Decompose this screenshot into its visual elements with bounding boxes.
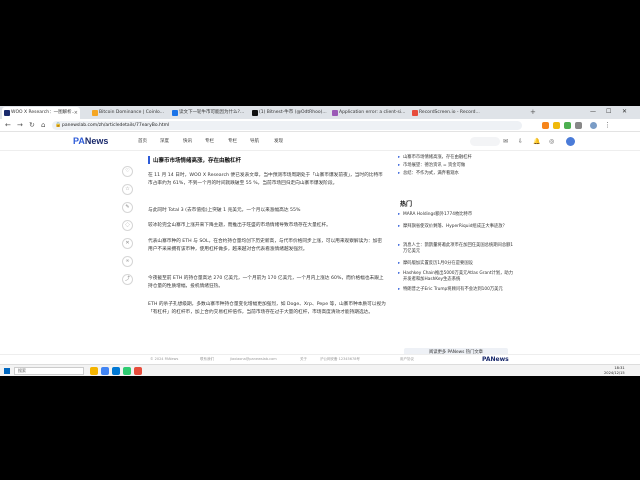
like-icon[interactable]: ♡ xyxy=(122,166,133,177)
share-wechat-icon[interactable]: ◌ xyxy=(122,220,133,231)
footer-logo[interactable]: PANews xyxy=(482,356,509,363)
system-clock[interactable]: 18:31 2024/12/15 xyxy=(604,366,625,376)
menu-icon[interactable]: ⋮ xyxy=(604,119,611,132)
nav-flash[interactable]: 快讯 xyxy=(183,138,192,144)
taskbar: 搜索 18:31 2024/12/15 xyxy=(0,364,640,376)
article-paragraph: 代表山寨币种的 ETH 与 SOL，在合约持仓量均创下历史新高，与代币价格同步上… xyxy=(148,239,383,252)
nav-home[interactable]: 首页 xyxy=(138,138,147,144)
chrome-icon[interactable] xyxy=(101,367,109,375)
nav-discover[interactable]: 发现 xyxy=(274,138,283,144)
address-bar-row: ← → ↻ ⌂ 🔒 panewslab.com/zh/articledetail… xyxy=(0,119,640,132)
tab-label: 读文下一轮牛市可能因为什么?... xyxy=(179,110,245,115)
reload-icon[interactable]: ↻ xyxy=(29,119,35,132)
globe-icon[interactable]: ◎ xyxy=(549,138,554,145)
share-x-icon[interactable]: ✕ xyxy=(122,238,133,249)
hot-item[interactable]: 消息人士：鹊鹊量将邀此项币在加回任美国总统期间总额1万亿美元 xyxy=(398,243,514,255)
extension-icon[interactable] xyxy=(564,122,571,129)
record-favicon-icon xyxy=(412,110,418,116)
nav-column-2[interactable]: 专栏 xyxy=(228,138,237,144)
footer-link[interactable]: 关于 xyxy=(300,357,307,362)
home-icon[interactable]: ⌂ xyxy=(41,119,45,132)
article-paragraph: ETH 的杀子孔想级期，多数山寨币种持仓量变化增幅更加强烈，如 Doge、Xrp… xyxy=(148,302,386,315)
edge-icon[interactable] xyxy=(112,367,120,375)
tab-strip: WOO X Research：一图解析... × Bitcoin Dominan… xyxy=(0,106,640,119)
lock-icon: 🔒 xyxy=(55,122,62,128)
minimize-icon[interactable]: — xyxy=(590,106,596,118)
site-favicon-icon xyxy=(172,110,178,116)
header-search-input[interactable] xyxy=(470,137,500,146)
bell-icon[interactable]: 🔔 xyxy=(533,138,540,145)
tab-application-error[interactable]: Application error: a client-si... xyxy=(330,107,408,119)
x-favicon-icon xyxy=(252,110,258,116)
article-paragraph: 在 11 月 14 日时，WOO X Research 便已发表文章，当中预测市… xyxy=(148,173,383,186)
tab-woo-research[interactable]: WOO X Research：一图解析... × xyxy=(2,107,80,119)
metamask-icon[interactable] xyxy=(542,122,549,129)
close-window-icon[interactable]: ✕ xyxy=(622,106,627,118)
tab-next-bull[interactable]: 读文下一轮牛市可能因为什么?... xyxy=(170,107,248,119)
article-paragraph: 与此同时 Total 3 (去市值指)上突破 1 兆美元，一个月以来涨幅高达 5… xyxy=(148,208,301,213)
back-icon[interactable]: ← xyxy=(5,119,11,132)
tab-bitcoin-dominance[interactable]: Bitcoin Dominance | Coinlo... xyxy=(90,107,168,119)
tab-label: Application error: a client-si... xyxy=(339,110,406,115)
share-icon[interactable]: ⤴ xyxy=(122,274,133,285)
panews-logo[interactable]: PANews xyxy=(73,136,108,146)
hot-item[interactable]: 摩拜旗省使双价剩落、HyperRiquid组成正大事迹放？ xyxy=(398,224,514,230)
tab-label: Bitcoin Dominance | Coinlo... xyxy=(99,110,165,115)
browser-window: WOO X Research：一图解析... × Bitcoin Dominan… xyxy=(0,106,640,376)
comment-icon[interactable]: ✎ xyxy=(122,202,133,213)
wallet-extension-icon[interactable] xyxy=(553,122,560,129)
file-explorer-icon[interactable] xyxy=(90,367,98,375)
download-icon[interactable]: ⇩ xyxy=(518,138,523,145)
bookmark-icon[interactable]: ☆ xyxy=(122,184,133,195)
new-tab-icon[interactable]: + xyxy=(530,107,536,118)
footer-link[interactable]: 联系我们 xyxy=(200,357,214,362)
hot-item[interactable]: Hashkey Chain推出5000万美元Atlas Grant计划，助力开发… xyxy=(398,271,514,283)
wechat-icon[interactable] xyxy=(123,367,131,375)
maximize-icon[interactable]: ☐ xyxy=(606,106,611,118)
toc-item[interactable]: 总结：不作为式，满弃看观水 xyxy=(398,171,514,177)
footer-link[interactable]: 用户协议 xyxy=(400,357,414,362)
nav-column[interactable]: 专栏 xyxy=(205,138,214,144)
close-tab-icon[interactable]: × xyxy=(74,107,78,119)
nav-navigation[interactable]: 导航 xyxy=(250,138,259,144)
tab-bitnest[interactable]: (1) Bitnest-牛市 (@OdtRhoo)... xyxy=(250,107,328,119)
clock-date: 2024/12/15 xyxy=(604,370,625,375)
profile-icon[interactable] xyxy=(590,122,597,129)
hot-item[interactable]: 特朗普之子Eric Trump将顾问有不会达到100万美元 xyxy=(398,287,514,293)
app-icon[interactable] xyxy=(134,367,142,375)
tab-label: (1) Bitnest-牛市 (@OdtRhoo)... xyxy=(259,110,327,115)
article-paragraph: 今夜截至前 ETH 的持仓量高达 270 亿美元，一个月前为 170 亿美元，一… xyxy=(148,276,384,289)
url-text: panewslab.com/zh/articledetails/77earyBo… xyxy=(62,123,170,128)
hot-item[interactable]: 摩码版加实置反历1月0分在是要国设 xyxy=(398,261,514,267)
woo-favicon-icon xyxy=(4,110,10,116)
hot-section-title: 热门 xyxy=(400,201,413,208)
coinglass-favicon-icon xyxy=(92,110,98,116)
article-paragraph: 较冰轮完全山寨币上涨开来下降主题，而推出于旺盛的市场情绪导致市场存在大量杠杆。 xyxy=(148,223,331,228)
tab-label: RecordScreen.io - Record... xyxy=(419,110,480,115)
message-icon[interactable]: ✉ xyxy=(503,138,508,145)
site-header: PANews 首页 深度 快讯 专栏 专栏 导航 发现 ✉ ⇩ 🔔 ◎ xyxy=(0,133,640,151)
hot-item[interactable]: MARA Holdings额外1774枚比特币 xyxy=(398,212,514,218)
puzzle-icon[interactable] xyxy=(575,122,582,129)
tab-label: WOO X Research：一图解析... xyxy=(11,110,76,115)
footer-item: 沪公网安备 12345678号 xyxy=(320,357,360,361)
footer-item: © 2024 PANews xyxy=(150,357,179,361)
toc-item[interactable]: 山寨币市场情绪高涨，存在由融杠杆 xyxy=(398,155,514,161)
app-favicon-icon xyxy=(332,110,338,116)
section-heading: 山寨币市场情绪高涨，存在由融杠杆 xyxy=(148,156,241,164)
url-field[interactable]: 🔒 panewslab.com/zh/articledetails/77eary… xyxy=(52,121,522,130)
tab-recordscreen[interactable]: RecordScreen.io - Record... xyxy=(410,107,488,119)
share-link-icon[interactable]: ∞ xyxy=(122,256,133,267)
taskbar-search-input[interactable]: 搜索 xyxy=(14,367,84,375)
footer-email[interactable]: jiaxiaona@panewslab.com xyxy=(230,357,277,361)
toc-item[interactable]: 市场展望：德治资讯 = 资金可做 xyxy=(398,163,514,169)
windows-start-icon[interactable] xyxy=(4,368,10,374)
forward-icon[interactable]: → xyxy=(17,119,23,132)
avatar[interactable] xyxy=(566,137,575,146)
page-footer: © 2024 PANews 联系我们 jiaxiaona@panewslab.c… xyxy=(0,354,640,364)
nav-depth[interactable]: 深度 xyxy=(160,138,169,144)
